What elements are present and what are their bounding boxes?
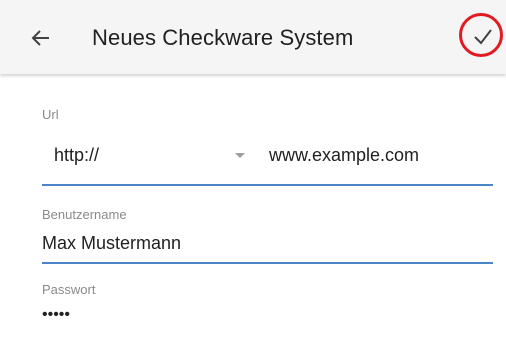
password-label: Passwort bbox=[42, 282, 96, 297]
url-label: Url bbox=[42, 107, 59, 122]
url-underline bbox=[42, 184, 493, 186]
confirm-button[interactable] bbox=[461, 14, 505, 58]
username-underline bbox=[42, 262, 493, 264]
password-input[interactable]: ••••• bbox=[42, 306, 70, 324]
back-button[interactable] bbox=[22, 19, 60, 57]
check-icon bbox=[474, 29, 492, 45]
protocol-select[interactable]: http:// bbox=[54, 145, 99, 166]
username-label: Benutzername bbox=[42, 207, 127, 222]
dropdown-arrow-icon[interactable] bbox=[235, 153, 245, 158]
arrow-left-icon bbox=[31, 30, 49, 46]
app-bar: Neues Checkware System bbox=[0, 0, 506, 74]
url-input[interactable]: www.example.com bbox=[269, 145, 419, 166]
username-input[interactable]: Max Mustermann bbox=[42, 233, 181, 254]
page-title: Neues Checkware System bbox=[92, 25, 354, 50]
